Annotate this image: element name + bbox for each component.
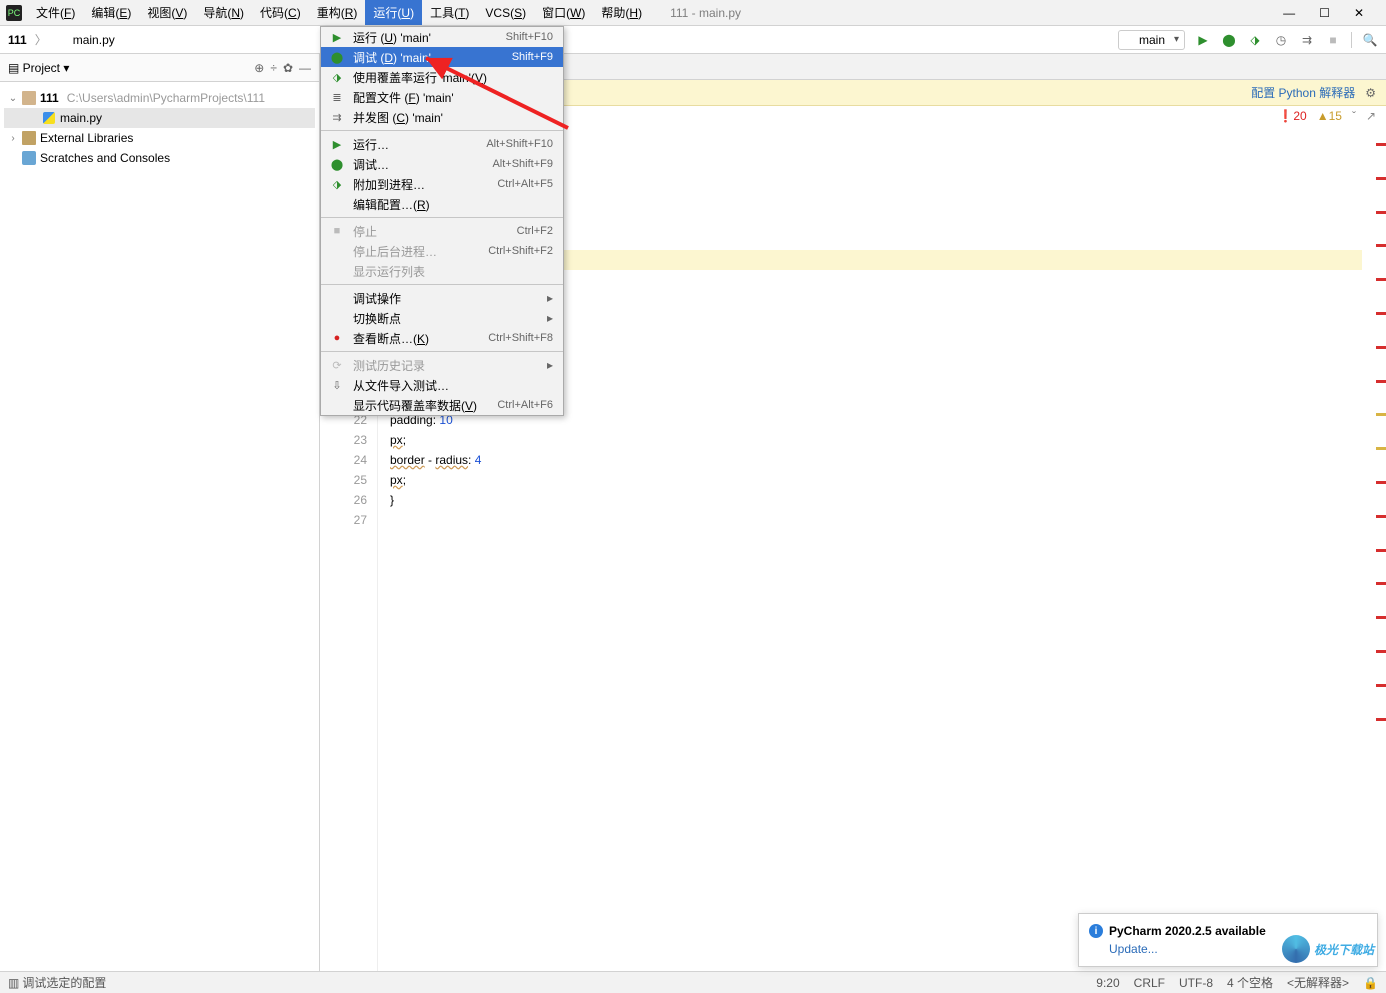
statusbar-message: 调试选定的配置 <box>22 974 106 991</box>
minimize-button[interactable]: — <box>1283 6 1295 20</box>
run-menu-item[interactable]: ▶运行…Alt+Shift+F10 <box>321 134 563 154</box>
tree-root[interactable]: ⌄ 111 C:\Users\admin\PycharmProjects\111 <box>4 88 315 108</box>
statusbar-position[interactable]: 9:20 <box>1096 976 1119 990</box>
menu-导航(N)[interactable]: 导航(N) <box>195 0 252 25</box>
menu-工具(T)[interactable]: 工具(T) <box>422 0 477 25</box>
expand-icon[interactable]: ÷ <box>270 61 277 75</box>
tree-scratches[interactable]: Scratches and Consoles <box>4 148 315 168</box>
menu-窗口(W)[interactable]: 窗口(W) <box>534 0 593 25</box>
close-button[interactable]: ✕ <box>1354 6 1364 20</box>
debug-icon[interactable]: ⬤ <box>1221 33 1237 47</box>
inspection-chevron-icon[interactable]: ˇ <box>1352 109 1356 123</box>
watermark: 极光下载站 <box>1282 935 1374 963</box>
breadcrumb[interactable]: 111 〉 main.py <box>8 31 115 48</box>
breadcrumb-file[interactable]: main.py <box>73 33 115 47</box>
tree-external-libraries[interactable]: › External Libraries <box>4 128 315 148</box>
statusbar-lock-icon[interactable]: 🔒 <box>1363 976 1378 990</box>
window-title: 111 - main.py <box>670 6 741 20</box>
maximize-button[interactable]: ☐ <box>1319 6 1330 20</box>
run-menu-item[interactable]: ▶运行 (U) 'main'Shift+F10 <box>321 27 563 47</box>
menu-重构(R)[interactable]: 重构(R) <box>309 0 366 25</box>
search-everywhere-icon[interactable]: 🔍 <box>1362 33 1378 47</box>
warning-count[interactable]: ▲15 <box>1317 109 1342 123</box>
run-menu-item[interactable]: ≣配置文件 (F) 'main' <box>321 87 563 107</box>
attach-icon[interactable]: ⇉ <box>1299 33 1315 47</box>
error-count[interactable]: ❗20 <box>1278 109 1306 123</box>
run-menu-item: ⟳测试历史记录▸ <box>321 355 563 375</box>
run-menu-item[interactable]: 编辑配置…(R) <box>321 194 563 214</box>
run-menu-item[interactable]: ⬗附加到进程…Ctrl+Alt+F5 <box>321 174 563 194</box>
profile-icon[interactable]: ◷ <box>1273 33 1289 47</box>
info-icon: i <box>1089 924 1103 938</box>
menu-视图(V)[interactable]: 视图(V) <box>139 0 195 25</box>
coverage-icon[interactable]: ⬗ <box>1247 33 1263 47</box>
statusbar-interpreter[interactable]: <无解释器> <box>1287 974 1349 991</box>
breadcrumb-project[interactable]: 111 <box>8 33 27 47</box>
statusbar: ▥ 调试选定的配置 9:20 CRLF UTF-8 4 个空格 <无解释器> 🔒 <box>0 971 1386 993</box>
run-menu-item: 显示运行列表 <box>321 261 563 281</box>
menu-帮助(H)[interactable]: 帮助(H) <box>593 0 650 25</box>
play-icon[interactable]: ▶ <box>1195 33 1211 47</box>
menu-代码(C)[interactable]: 代码(C) <box>252 0 309 25</box>
inspection-more-icon[interactable]: ↗ <box>1366 109 1376 123</box>
hide-icon[interactable]: — <box>299 61 311 75</box>
run-menu-item[interactable]: 切换断点▸ <box>321 308 563 328</box>
statusbar-indent[interactable]: 4 个空格 <box>1227 974 1273 991</box>
statusbar-encoding[interactable]: UTF-8 <box>1179 976 1213 990</box>
settings-icon[interactable]: ✿ <box>283 61 293 75</box>
tree-file-main[interactable]: main.py <box>4 108 315 128</box>
app-icon: PC <box>6 5 22 21</box>
run-menu-item[interactable]: ⬤调试 (D) 'main'Shift+F9 <box>321 47 563 67</box>
stop-icon[interactable]: ■ <box>1325 33 1341 47</box>
menu-编辑(E)[interactable]: 编辑(E) <box>83 0 139 25</box>
menu-文件(F)[interactable]: 文件(F) <box>28 0 83 25</box>
project-tool-window: ▤ Project ▾ ⊕ ÷ ✿ — ⌄ 111 C:\Users\admin… <box>0 54 320 971</box>
run-menu-item: ■停止Ctrl+F2 <box>321 221 563 241</box>
run-menu-item[interactable]: ⇩从文件导入测试… <box>321 375 563 395</box>
notification-title: PyCharm 2020.2.5 available <box>1109 924 1266 938</box>
run-menu-item[interactable]: 调试操作▸ <box>321 288 563 308</box>
run-menu-item[interactable]: ⬗使用覆盖率运行 'main'(V) <box>321 67 563 87</box>
run-menu-item: 停止后台进程…Ctrl+Shift+F2 <box>321 241 563 261</box>
statusbar-tool-icon[interactable]: ▥ <box>8 976 19 990</box>
menu-VCS(S)[interactable]: VCS(S) <box>477 0 534 25</box>
statusbar-line-sep[interactable]: CRLF <box>1134 976 1165 990</box>
error-stripe[interactable] <box>1374 126 1386 971</box>
run-menu-item[interactable]: ●查看断点…(K)Ctrl+Shift+F8 <box>321 328 563 348</box>
banner-gear-icon[interactable]: ⚙ <box>1365 86 1376 100</box>
run-config-selector[interactable]: main <box>1118 30 1185 50</box>
locate-icon[interactable]: ⊕ <box>254 61 264 75</box>
run-menu-item[interactable]: ⇉并发图 (C) 'main' <box>321 107 563 127</box>
run-menu: ▶运行 (U) 'main'Shift+F10⬤调试 (D) 'main'Shi… <box>320 26 564 416</box>
navbar: 111 〉 main.py main ▶ ⬤ ⬗ ◷ ⇉ ■ 🔍 <box>0 26 1386 54</box>
menubar: PC 文件(F)编辑(E)视图(V)导航(N)代码(C)重构(R)运行(U)工具… <box>0 0 1386 26</box>
run-menu-item[interactable]: ⬤调试…Alt+Shift+F9 <box>321 154 563 174</box>
menu-运行(U)[interactable]: 运行(U) <box>365 0 422 25</box>
project-view-selector[interactable]: ▤ Project ▾ <box>8 61 69 75</box>
run-menu-item[interactable]: 显示代码覆盖率数据(V)Ctrl+Alt+F6 <box>321 395 563 415</box>
configure-interpreter-link[interactable]: 配置 Python 解释器 <box>1251 84 1355 101</box>
project-tree[interactable]: ⌄ 111 C:\Users\admin\PycharmProjects\111… <box>0 82 319 174</box>
